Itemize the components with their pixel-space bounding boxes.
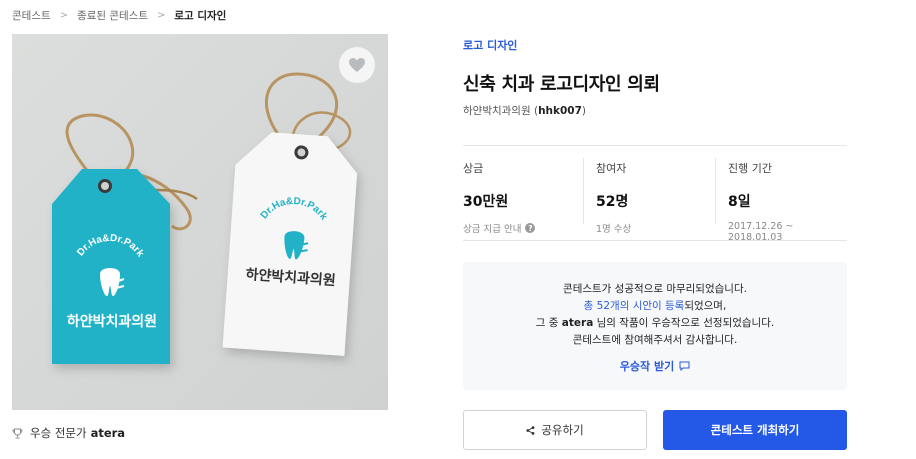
contest-category[interactable]: 로고 디자인 xyxy=(463,37,517,53)
contest-complete-notice: 콘테스트가 성공적으로 마무리되었습니다. 총 52개의 시안이 등록되었으며,… xyxy=(463,262,847,390)
stat-prize-value: 30만원 xyxy=(463,194,509,210)
heart-icon xyxy=(349,58,365,72)
notice-line-3: 그 중 atera 님의 작품이 우승작으로 선정되었습니다. xyxy=(463,315,847,332)
trophy-icon xyxy=(12,428,23,439)
chevron-right-icon: > xyxy=(59,10,69,21)
client-info: 하얀박치과의원 (hhk007) xyxy=(463,105,587,117)
share-icon xyxy=(526,425,535,435)
contest-stats: 상금 30만원 상금 지급 안내 ? 참여자 52명 1명 수상 진행 기간 8… xyxy=(463,145,847,243)
speech-bubble-icon xyxy=(679,361,690,371)
client-name: 하얀박치과의원 xyxy=(463,105,531,117)
submissions-link[interactable]: 총 52개의 시안이 등록 xyxy=(584,300,685,312)
share-button[interactable]: 공유하기 xyxy=(463,410,647,450)
notice-line-2: 총 52개의 시안이 등록되었으며, xyxy=(463,298,847,315)
stat-period-value: 8일 xyxy=(728,194,751,210)
download-winner-button[interactable]: 우승작 받기 xyxy=(620,358,690,374)
teal-tag-name-text: 하얀박치과의원 xyxy=(67,313,157,329)
notice-winner-name: atera xyxy=(561,317,594,329)
stat-participants: 참여자 52명 1명 수상 xyxy=(583,158,715,235)
stat-participants-value: 52명 xyxy=(596,194,629,210)
notice-line-4: 콘테스트에 참여해주셔서 감사합니다. xyxy=(572,334,738,346)
share-button-label: 공유하기 xyxy=(541,423,584,437)
host-contest-button[interactable]: 콘테스트 개최하기 xyxy=(663,410,847,450)
contest-title: 신축 치과 로고디자인 의뢰 xyxy=(463,74,660,95)
notice-line-3-pre: 그 중 xyxy=(535,317,559,329)
notice-line-3-post: 님의 작품이 우승작으로 선정되었습니다. xyxy=(596,317,775,329)
stat-period-range: 2017.12.26 ~ 2018.01.03 xyxy=(728,221,794,243)
winning-expert: 우승 전문가 atera xyxy=(12,425,125,441)
stat-prize: 상금 30만원 상금 지급 안내 ? xyxy=(463,146,583,240)
expert-label: 우승 전문가 xyxy=(30,426,87,440)
prize-payment-info-text: 상금 지급 안내 xyxy=(463,224,522,235)
notice-line-1: 콘테스트가 성공적으로 마무리되었습니다. xyxy=(563,283,747,295)
stat-participants-label: 참여자 xyxy=(596,162,627,175)
prize-payment-info-link[interactable]: 상금 지급 안내 ? xyxy=(463,221,583,235)
download-winner-label: 우승작 받기 xyxy=(619,360,675,373)
chevron-right-icon: > xyxy=(157,10,166,21)
expert-name[interactable]: atera xyxy=(91,426,126,440)
client-id: hhk007 xyxy=(538,105,582,117)
notice-line-2-rest: 되었으며, xyxy=(684,300,727,312)
breadcrumb-item-ended-contest[interactable]: 종료된 콘테스트 xyxy=(77,8,148,23)
breadcrumb-item-logo-design[interactable]: 로고 디자인 xyxy=(174,8,226,23)
stat-participants-sub: 1명 수상 xyxy=(596,224,632,235)
winning-design-image: Dr.Ha&Dr.Park 하얀박치과의원 Dr.Ha&Dr.Park 하얀박치… xyxy=(12,34,388,410)
stat-period-label: 진행 기간 xyxy=(728,162,772,175)
white-tag: Dr.Ha&Dr.Park 하얀박치과의원 xyxy=(222,132,358,356)
hang-tags-illustration: Dr.Ha&Dr.Park 하얀박치과의원 Dr.Ha&Dr.Park 하얀박치… xyxy=(12,34,388,410)
breadcrumb: 콘테스트 > 종료된 콘테스트 > 로고 디자인 xyxy=(12,8,226,23)
breadcrumb-item-contest[interactable]: 콘테스트 xyxy=(12,8,51,23)
question-icon: ? xyxy=(525,223,536,233)
stat-period: 진행 기간 8일 2017.12.26 ~ 2018.01.03 xyxy=(715,158,847,243)
favorite-button[interactable] xyxy=(339,47,375,83)
stat-prize-label: 상금 xyxy=(463,162,484,175)
teal-tag: Dr.Ha&Dr.Park 하얀박치과의원 xyxy=(52,169,170,364)
